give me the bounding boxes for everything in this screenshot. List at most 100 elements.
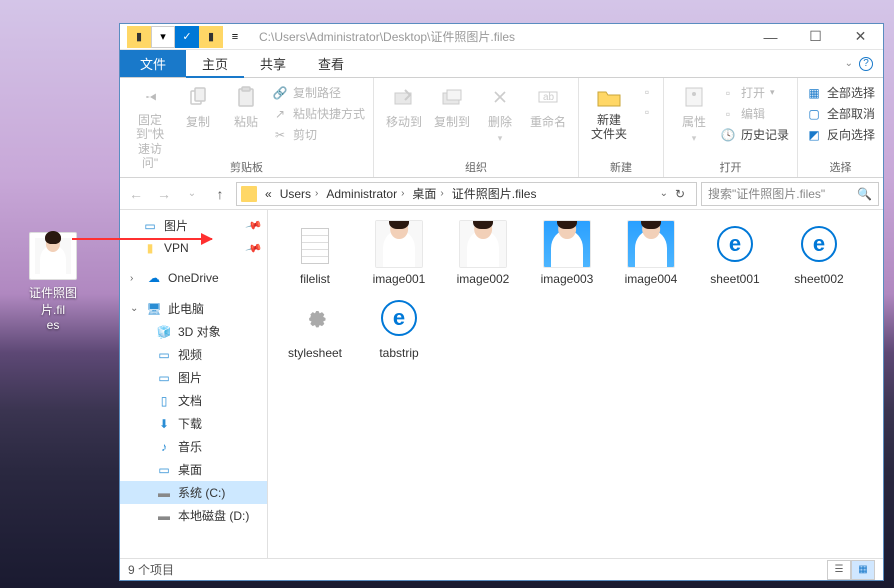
copy-path-button[interactable]: 🔗复制路径 [272, 84, 365, 101]
qat-checked-icon[interactable]: ✓ [175, 26, 199, 48]
bc-overflow[interactable]: « [261, 187, 276, 201]
delete-button[interactable]: 删除▾ [478, 82, 522, 146]
sidebar-item-videos[interactable]: ▭视频 [120, 343, 267, 366]
pictures-icon: ▭ [142, 218, 158, 234]
edit-button[interactable]: ▫编辑 [720, 105, 789, 122]
icons-view-button[interactable]: ▦ [851, 560, 875, 580]
sidebar-item-downloads[interactable]: ⬇下载 [120, 412, 267, 435]
bc-admin[interactable]: Administrator› [322, 187, 408, 201]
select-none-button[interactable]: ▢全部取消 [806, 105, 875, 122]
file-stylesheet[interactable]: stylesheet [276, 294, 354, 360]
ribbon-help[interactable]: ⌄ ? [845, 50, 883, 77]
back-button[interactable]: ← [124, 182, 148, 206]
properties-button[interactable]: 属性▾ [672, 82, 716, 146]
bc-users[interactable]: Users› [276, 187, 323, 201]
paste-button[interactable]: 粘贴 [224, 82, 268, 132]
sidebar-item-disk-d[interactable]: ▬本地磁盘 (D:) [120, 504, 267, 527]
sidebar-item-music[interactable]: ♪音乐 [120, 435, 267, 458]
item-count: 9 个项目 [128, 561, 174, 578]
sidebar-item-pictures[interactable]: ▭图片 [120, 366, 267, 389]
paste-shortcut-button[interactable]: ↗粘贴快捷方式 [272, 105, 365, 122]
file-sheet001[interactable]: e sheet001 [696, 220, 774, 286]
copy-to-button[interactable]: 复制到 [430, 82, 474, 132]
shortcut-icon: ↗ [272, 106, 288, 122]
tab-view[interactable]: 查看 [302, 50, 360, 77]
tab-file[interactable]: 文件 [120, 50, 186, 77]
forward-button[interactable]: → [152, 182, 176, 206]
tab-home[interactable]: 主页 [186, 50, 244, 78]
qat-dropdown[interactable]: ≡ [223, 26, 247, 48]
file-list[interactable]: filelist image001 image002 image003 imag… [268, 210, 883, 558]
titlebar[interactable]: ▮ ▾ ✓ ▮ ≡ C:\Users\Administrator\Desktop… [120, 24, 883, 50]
close-button[interactable]: ✕ [838, 24, 883, 50]
copy-button[interactable]: 复制 [176, 82, 220, 132]
group-organize-label: 组织 [374, 159, 578, 175]
bc-desktop[interactable]: 桌面› [408, 185, 447, 202]
document-icon [301, 228, 329, 264]
history-icon: 🕓 [720, 127, 736, 143]
edge-icon: e [801, 226, 837, 262]
file-image001[interactable]: image001 [360, 220, 438, 286]
ribbon-group-clipboard: 固定到"快 速访问" 复制 粘贴 🔗复制路径 ↗粘贴快捷方式 ✂剪切 剪贴板 [120, 78, 374, 177]
sidebar-item-onedrive[interactable]: ›☁OneDrive [120, 267, 267, 289]
file-image002[interactable]: image002 [444, 220, 522, 286]
up-button[interactable]: ↑ [208, 182, 232, 206]
sidebar-item-system-c[interactable]: ▬系统 (C:) [120, 481, 267, 504]
desktop-folder-icon[interactable]: 证件照图片.fil es [18, 232, 88, 332]
file-label: image003 [541, 272, 594, 286]
drive-icon: ▬ [156, 485, 172, 501]
explorer-body: ▭图片📌 ▮VPN📌 ›☁OneDrive ⌄🖥此电脑 🧊3D 对象 ▭视频 ▭… [120, 210, 883, 558]
sidebar-item-thispc[interactable]: ⌄🖥此电脑 [120, 297, 267, 320]
ribbon-tabs: 文件 主页 共享 查看 ⌄ ? [120, 50, 883, 78]
qat-folder-icon[interactable]: ▮ [199, 26, 223, 48]
ribbon-group-new: 新建 文件夹 ▫ ▫ 新建 [579, 78, 664, 177]
nav-sidebar[interactable]: ▭图片📌 ▮VPN📌 ›☁OneDrive ⌄🖥此电脑 🧊3D 对象 ▭视频 ▭… [120, 210, 268, 558]
invert-select-button[interactable]: ◩反向选择 [806, 126, 875, 143]
history-button[interactable]: 🕓历史记录 [720, 126, 789, 143]
search-input[interactable]: 搜索"证件照图片.files" 🔍 [701, 182, 879, 206]
minimize-button[interactable]: — [748, 24, 793, 50]
link-icon: 🔗 [272, 85, 288, 101]
gear-icon [299, 302, 331, 334]
move-to-button[interactable]: 移动到 [382, 82, 426, 132]
bc-folder[interactable]: 证件照图片.files [448, 185, 541, 202]
svg-text:ab: ab [543, 92, 555, 103]
file-label: image004 [625, 272, 678, 286]
video-icon: ▭ [156, 347, 172, 363]
file-image004[interactable]: image004 [612, 220, 690, 286]
edge-icon: e [717, 226, 753, 262]
select-all-button[interactable]: ▦全部选择 [806, 84, 875, 101]
cut-button[interactable]: ✂剪切 [272, 126, 365, 143]
group-open-label: 打开 [664, 159, 797, 175]
open-button[interactable]: ▫打开▾ [720, 84, 789, 101]
sidebar-item-pictures-qa[interactable]: ▭图片📌 [120, 214, 267, 237]
delete-icon [487, 84, 513, 110]
sidebar-item-documents[interactable]: ▯文档 [120, 389, 267, 412]
sidebar-item-vpn[interactable]: ▮VPN📌 [120, 237, 267, 259]
recent-dropdown[interactable]: ⌄ [180, 182, 204, 206]
breadcrumb[interactable]: « Users› Administrator› 桌面› 证件照图片.files … [236, 182, 697, 206]
easy-access-button[interactable]: ▫ [639, 104, 655, 120]
file-filelist[interactable]: filelist [276, 220, 354, 286]
rename-button[interactable]: ab 重命名 [526, 82, 570, 132]
file-label: image002 [457, 272, 510, 286]
new-item-button[interactable]: ▫ [639, 84, 655, 100]
image-thumbnail [459, 220, 507, 268]
tab-share[interactable]: 共享 [244, 50, 302, 77]
bc-dropdown[interactable]: ⌄ [660, 188, 668, 199]
new-folder-button[interactable]: 新建 文件夹 [587, 82, 631, 144]
maximize-button[interactable]: ☐ [793, 24, 838, 50]
sidebar-item-sidedesktop[interactable]: ▭桌面 [120, 458, 267, 481]
file-image003[interactable]: image003 [528, 220, 606, 286]
search-placeholder: 搜索"证件照图片.files" [708, 185, 825, 202]
file-tabstrip[interactable]: e tabstrip [360, 294, 438, 360]
ribbon-group-open: 属性▾ ▫打开▾ ▫编辑 🕓历史记录 打开 [664, 78, 798, 177]
file-sheet002[interactable]: e sheet002 [780, 220, 858, 286]
details-view-button[interactable]: ☰ [827, 560, 851, 580]
drive-icon: ▬ [156, 508, 172, 524]
group-new-label: 新建 [579, 159, 663, 175]
refresh-button[interactable]: ↻ [668, 187, 692, 201]
folder-icon[interactable]: ▮ [127, 26, 151, 48]
sidebar-item-3d[interactable]: 🧊3D 对象 [120, 320, 267, 343]
explorer-window: ▮ ▾ ✓ ▮ ≡ C:\Users\Administrator\Desktop… [119, 23, 884, 581]
